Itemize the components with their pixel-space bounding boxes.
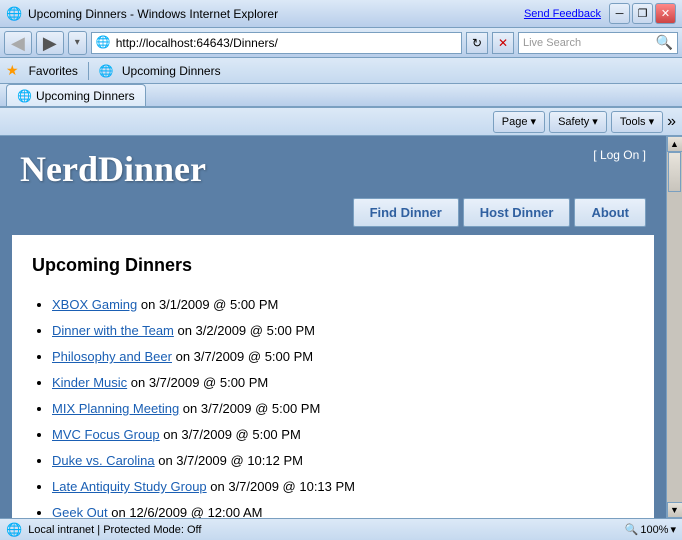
scroll-down-button[interactable]: ▼ (667, 502, 682, 518)
nd-nav: Find Dinner Host Dinner About (0, 190, 666, 235)
tools-button[interactable]: Tools ▾ (611, 111, 663, 133)
dinner-link[interactable]: Duke vs. Carolina (52, 453, 155, 468)
window-controls: ─ ❐ ✕ (609, 3, 676, 24)
zoom-chevron-icon: ▾ (670, 523, 676, 536)
dinner-link[interactable]: Philosophy and Beer (52, 349, 172, 364)
list-item: XBOX Gaming on 3/1/2009 @ 5:00 PM (52, 292, 624, 318)
window-title: Upcoming Dinners - Windows Internet Expl… (28, 7, 524, 21)
dinner-list: XBOX Gaming on 3/1/2009 @ 5:00 PMDinner … (32, 292, 624, 518)
page-label: Page ▾ (502, 115, 536, 128)
toolbar-more-icon[interactable]: » (667, 113, 676, 131)
address-bar-row: ◀ ▶ ▾ 🌐 http://localhost:64643/Dinners/ … (0, 28, 682, 58)
safety-label: Safety ▾ (558, 115, 598, 128)
tab-icon: 🌐 (17, 89, 32, 103)
host-dinner-button[interactable]: Host Dinner (463, 198, 571, 227)
list-item: Kinder Music on 3/7/2009 @ 5:00 PM (52, 370, 624, 396)
dinner-date: on 3/1/2009 @ 5:00 PM (137, 297, 278, 312)
find-dinner-button[interactable]: Find Dinner (353, 198, 459, 227)
dinner-date: on 3/7/2009 @ 10:13 PM (207, 479, 355, 494)
list-item: Duke vs. Carolina on 3/7/2009 @ 10:12 PM (52, 448, 624, 474)
address-text: http://localhost:64643/Dinners/ (116, 36, 457, 50)
page-button[interactable]: Page ▾ (493, 111, 545, 133)
tab-bar: 🌐 Upcoming Dinners (0, 84, 682, 108)
dinner-link[interactable]: Dinner with the Team (52, 323, 174, 338)
login-bracket-close: ] (639, 148, 646, 162)
tab-upcoming-dinners[interactable]: 🌐 Upcoming Dinners (6, 84, 146, 106)
dinner-link[interactable]: XBOX Gaming (52, 297, 137, 312)
nd-header: NerdDinner [ Log On ] (0, 136, 666, 190)
scroll-up-button[interactable]: ▲ (667, 136, 682, 152)
dinner-date: on 12/6/2009 @ 12:00 AM (108, 505, 263, 518)
list-item: Dinner with the Team on 3/2/2009 @ 5:00 … (52, 318, 624, 344)
dinner-date: on 3/2/2009 @ 5:00 PM (174, 323, 315, 338)
nd-main: Upcoming Dinners XBOX Gaming on 3/1/2009… (12, 235, 654, 518)
zoom-level[interactable]: 🔍 100% ▾ (625, 523, 676, 536)
status-bar: 🌐 Local intranet | Protected Mode: Off 🔍… (0, 518, 682, 540)
close-button[interactable]: ✕ (655, 3, 676, 24)
tab-label[interactable]: Upcoming Dinners (122, 64, 221, 78)
search-placeholder: Live Search (523, 37, 654, 49)
stop-button[interactable]: ✕ (492, 32, 514, 54)
list-item: Late Antiquity Study Group on 3/7/2009 @… (52, 474, 624, 500)
page-icon: 🌐 (96, 35, 112, 51)
scrollbar[interactable]: ▲ ▼ (666, 136, 682, 518)
ie-tab-icon: 🌐 (99, 64, 114, 78)
list-item: MVC Focus Group on 3/7/2009 @ 5:00 PM (52, 422, 624, 448)
recent-pages-button[interactable]: ▾ (68, 31, 87, 55)
tools-label: Tools ▾ (620, 115, 654, 128)
separator (88, 62, 89, 80)
dinner-link[interactable]: Geek Out (52, 505, 108, 518)
toolbar-row: Page ▾ Safety ▾ Tools ▾ » (0, 108, 682, 136)
dinner-date: on 3/7/2009 @ 5:00 PM (179, 401, 320, 416)
safety-button[interactable]: Safety ▾ (549, 111, 607, 133)
scroll-thumb[interactable] (668, 152, 681, 192)
ie-logo-icon: 🌐 (6, 6, 22, 22)
tab-title: Upcoming Dinners (36, 89, 135, 103)
login-area: [ Log On ] (593, 148, 646, 162)
zoom-value: 100% (640, 524, 668, 536)
browser-content: NerdDinner [ Log On ] Find Dinner Host D… (0, 136, 682, 518)
forward-button[interactable]: ▶ (36, 31, 64, 55)
favorites-label[interactable]: Favorites (29, 64, 78, 78)
dinner-link[interactable]: Kinder Music (52, 375, 127, 390)
address-box[interactable]: 🌐 http://localhost:64643/Dinners/ (91, 32, 462, 54)
list-item: Geek Out on 12/6/2009 @ 12:00 AM (52, 500, 624, 518)
zoom-icon: 🔍 (625, 523, 639, 536)
dinner-date: on 3/7/2009 @ 10:12 PM (155, 453, 303, 468)
login-link[interactable]: Log On (600, 148, 639, 162)
status-text: Local intranet | Protected Mode: Off (28, 524, 618, 536)
list-item: Philosophy and Beer on 3/7/2009 @ 5:00 P… (52, 344, 624, 370)
title-bar: 🌐 Upcoming Dinners - Windows Internet Ex… (0, 0, 682, 28)
dinner-date: on 3/7/2009 @ 5:00 PM (127, 375, 268, 390)
section-title: Upcoming Dinners (32, 255, 624, 276)
star-icon: ★ (6, 62, 19, 79)
dinner-date: on 3/7/2009 @ 5:00 PM (160, 427, 301, 442)
site-title: NerdDinner (20, 148, 206, 190)
dinner-date: on 3/7/2009 @ 5:00 PM (172, 349, 313, 364)
restore-button[interactable]: ❐ (632, 3, 653, 24)
search-icon[interactable]: 🔍 (656, 34, 673, 51)
intranet-icon: 🌐 (6, 522, 22, 538)
about-button[interactable]: About (574, 198, 646, 227)
send-feedback-link[interactable]: Send Feedback (524, 8, 601, 20)
search-box[interactable]: Live Search 🔍 (518, 32, 678, 54)
list-item: MIX Planning Meeting on 3/7/2009 @ 5:00 … (52, 396, 624, 422)
refresh-button[interactable]: ↻ (466, 32, 488, 54)
back-button[interactable]: ◀ (4, 31, 32, 55)
minimize-button[interactable]: ─ (609, 3, 630, 24)
login-bracket-open: [ (593, 148, 600, 162)
dinner-link[interactable]: MIX Planning Meeting (52, 401, 179, 416)
scroll-track[interactable] (667, 152, 682, 502)
page-content: NerdDinner [ Log On ] Find Dinner Host D… (0, 136, 666, 518)
dinner-link[interactable]: MVC Focus Group (52, 427, 160, 442)
favorites-bar: ★ Favorites 🌐 Upcoming Dinners (0, 58, 682, 84)
dinner-link[interactable]: Late Antiquity Study Group (52, 479, 207, 494)
